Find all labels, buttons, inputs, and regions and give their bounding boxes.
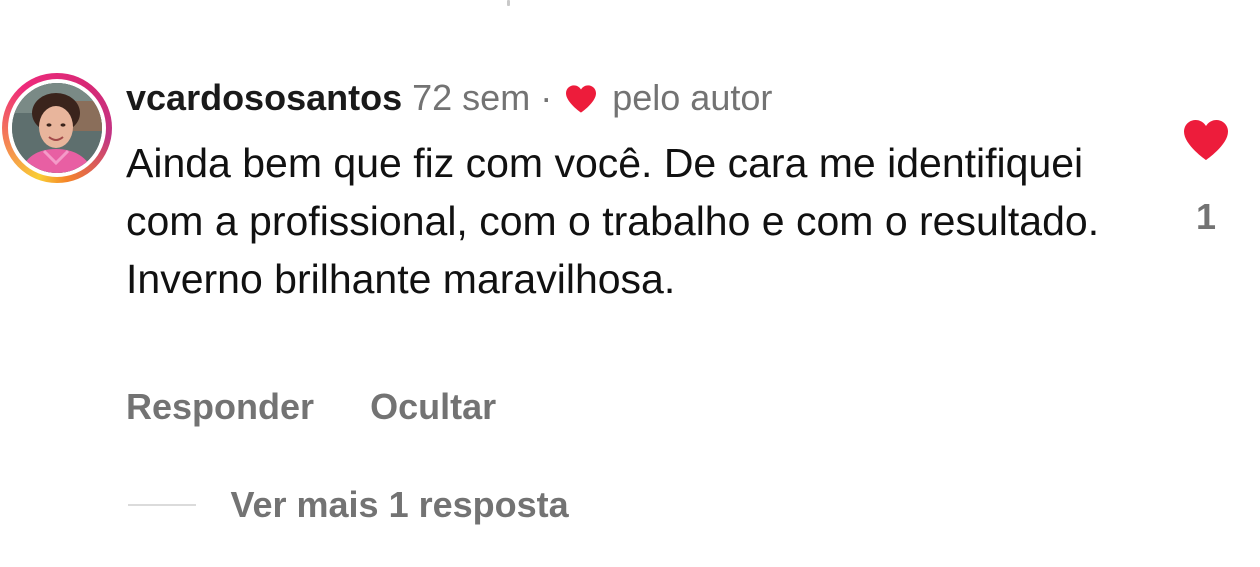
avatar-story-ring[interactable] xyxy=(2,73,112,183)
view-more-replies-button[interactable]: Ver mais 1 resposta xyxy=(230,484,568,525)
avatar[interactable] xyxy=(12,83,102,173)
comment-meta: vcardososantos 72 sem · pelo autor xyxy=(126,76,1146,120)
meta-separator: · xyxy=(540,77,553,118)
comment-actions: Responder Ocultar xyxy=(126,386,542,428)
username-link[interactable]: vcardososantos xyxy=(126,77,402,118)
view-replies[interactable]: Ver mais 1 resposta xyxy=(128,484,569,526)
reply-button[interactable]: Responder xyxy=(126,386,314,428)
comment-text: Ainda bem que fiz com você. De cara me i… xyxy=(126,140,1100,302)
comment-content: vcardososantos 72 sem · pelo autor Ainda… xyxy=(126,76,1146,308)
liked-by-author-label: pelo autor xyxy=(612,77,773,118)
like-count[interactable]: 1 xyxy=(1176,196,1236,238)
user-photo-icon xyxy=(12,83,102,173)
comment-timestamp: 72 sem xyxy=(412,77,531,118)
hide-button[interactable]: Ocultar xyxy=(370,386,496,428)
heart-icon[interactable] xyxy=(1182,118,1230,162)
like-section: 1 xyxy=(1176,118,1236,238)
comment: vcardososantos 72 sem · pelo autor Ainda… xyxy=(0,0,1260,567)
replies-divider xyxy=(128,504,196,506)
heart-icon xyxy=(566,85,597,113)
